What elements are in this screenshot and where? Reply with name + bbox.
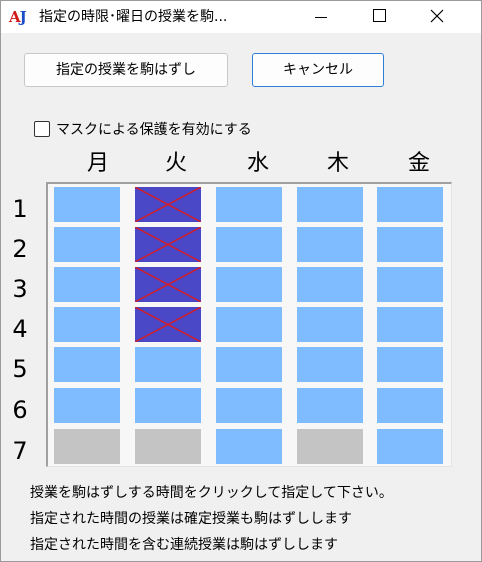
minimize-button[interactable] — [298, 1, 344, 33]
timetable-cell-available[interactable] — [54, 388, 120, 423]
timetable-cell-available[interactable] — [135, 388, 201, 423]
timetable-cell-unavailable[interactable] — [297, 429, 363, 464]
cross-mark-icon — [135, 307, 201, 342]
timetable-cell-available[interactable] — [135, 347, 201, 382]
mask-protection-label: マスクによる保護を有効にする — [56, 122, 252, 138]
day-header: 火 — [164, 151, 187, 176]
timetable-cell-unavailable[interactable] — [54, 429, 120, 464]
timetable-cell-available[interactable] — [54, 187, 120, 222]
cancel-button[interactable]: キャンセル — [252, 53, 384, 87]
timetable-cell-available[interactable] — [216, 429, 282, 464]
timetable-cell-available[interactable] — [297, 187, 363, 222]
window-title: 指定の時限･曜日の授業を駒... — [39, 9, 228, 25]
timetable-cell-available[interactable] — [216, 267, 282, 302]
cross-mark-icon — [135, 187, 201, 222]
minimize-icon — [315, 17, 327, 18]
timetable-cell-available[interactable] — [297, 227, 363, 262]
app-logo-icon: AJ — [9, 8, 27, 26]
title-bar[interactable]: AJ 指定の時限･曜日の授業を駒... — [1, 1, 481, 33]
timetable-cell-available[interactable] — [54, 227, 120, 262]
period-label: 4 — [12, 315, 28, 343]
period-label: 7 — [12, 437, 28, 465]
timetable-cell-available[interactable] — [377, 227, 443, 262]
day-header: 木 — [326, 151, 349, 176]
period-label: 6 — [12, 396, 28, 424]
timetable-cell-available[interactable] — [216, 307, 282, 342]
timetable-cell-available[interactable] — [377, 307, 443, 342]
close-button[interactable] — [413, 1, 459, 33]
timetable-cell-available[interactable] — [297, 307, 363, 342]
timetable-cell-available[interactable] — [216, 388, 282, 423]
close-icon — [430, 9, 444, 23]
timetable-cell-available[interactable] — [377, 429, 443, 464]
timetable-cell-available[interactable] — [54, 307, 120, 342]
timetable-cell-available[interactable] — [54, 347, 120, 382]
timetable-cell-available[interactable] — [216, 187, 282, 222]
timetable-cell-selected[interactable] — [135, 307, 201, 342]
timetable-cell-available[interactable] — [216, 227, 282, 262]
period-label: 1 — [12, 195, 28, 223]
maximize-button[interactable] — [344, 1, 390, 33]
timetable-cell-selected[interactable] — [135, 267, 201, 302]
timetable-cell-available[interactable] — [297, 347, 363, 382]
dialog-window: AJ 指定の時限･曜日の授業を駒... 指定の授業を駒はずし キャンセル マスク… — [0, 0, 482, 562]
timetable-grid — [46, 182, 452, 467]
timetable-cell-available[interactable] — [377, 187, 443, 222]
cross-mark-icon — [135, 267, 201, 302]
period-label: 2 — [12, 235, 28, 263]
timetable-cell-available[interactable] — [216, 347, 282, 382]
timetable-cell-available[interactable] — [54, 267, 120, 302]
timetable-cell-available[interactable] — [297, 388, 363, 423]
day-header: 月 — [86, 151, 109, 176]
day-header: 金 — [407, 151, 430, 176]
timetable-cell-available[interactable] — [297, 267, 363, 302]
instruction-line: 授業を駒はずしする時間をクリックして指定して下さい。 — [30, 485, 393, 501]
period-label: 5 — [12, 355, 28, 383]
maximize-icon — [373, 9, 386, 22]
period-label: 3 — [12, 275, 28, 303]
instruction-line: 指定された時間を含む連続授業は駒はずしします — [30, 537, 338, 553]
timetable-cell-available[interactable] — [377, 388, 443, 423]
timetable-cell-available[interactable] — [377, 267, 443, 302]
skip-selected-classes-button[interactable]: 指定の授業を駒はずし — [24, 53, 228, 87]
mask-protection-checkbox[interactable] — [34, 121, 50, 137]
timetable-cell-selected[interactable] — [135, 227, 201, 262]
timetable-cell-available[interactable] — [377, 347, 443, 382]
cross-mark-icon — [135, 227, 201, 262]
timetable-cell-unavailable[interactable] — [135, 429, 201, 464]
timetable-cell-selected[interactable] — [135, 187, 201, 222]
day-header: 水 — [246, 151, 269, 176]
instruction-line: 指定された時間の授業は確定授業も駒はずしします — [30, 511, 352, 527]
